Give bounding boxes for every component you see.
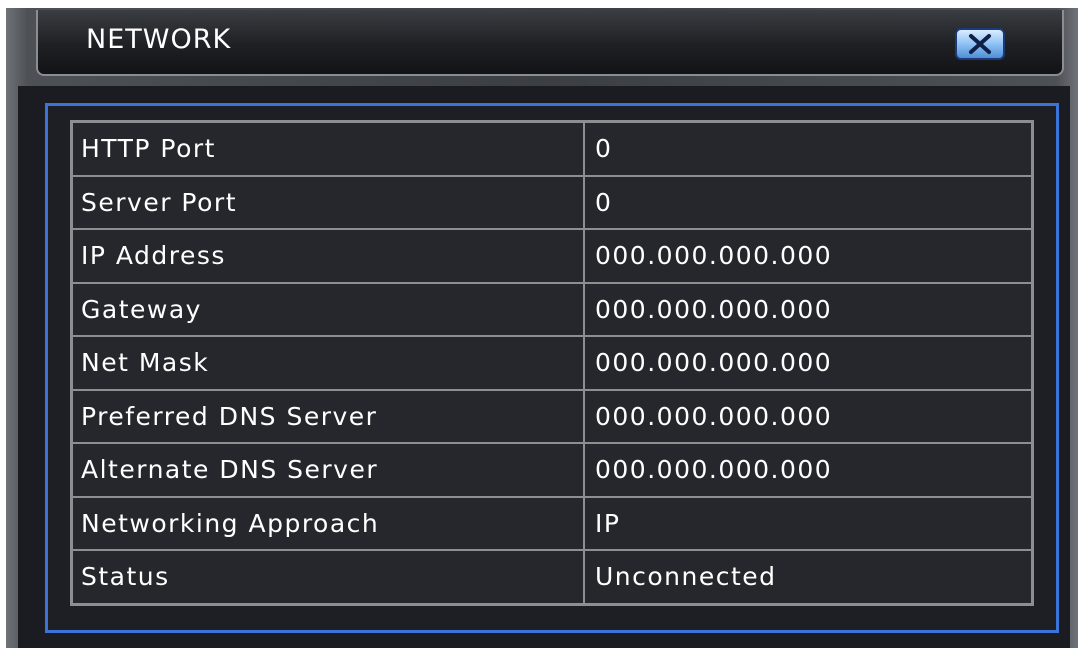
table-row[interactable]: Server Port 0	[70, 174, 1034, 230]
table-row[interactable]: Alternate DNS Server 000.000.000.000	[70, 442, 1034, 498]
preferred-dns-field[interactable]: 000.000.000.000	[583, 388, 1034, 444]
settings-frame: HTTP Port 0 Server Port 0 IP Address 000…	[45, 103, 1059, 633]
alternate-dns-field[interactable]: 000.000.000.000	[583, 442, 1034, 498]
setting-label: Net Mask	[70, 335, 585, 391]
gateway-field[interactable]: 000.000.000.000	[583, 281, 1034, 337]
table-row: Status Unconnected	[70, 549, 1034, 605]
close-x-icon	[969, 34, 991, 54]
net-mask-field[interactable]: 000.000.000.000	[583, 335, 1034, 391]
network-settings-table: HTTP Port 0 Server Port 0 IP Address 000…	[70, 120, 1034, 606]
server-port-field[interactable]: 0	[583, 174, 1034, 230]
status-value: Unconnected	[583, 549, 1034, 605]
setting-label: HTTP Port	[70, 120, 585, 177]
table-row[interactable]: HTTP Port 0	[70, 120, 1034, 177]
table-row[interactable]: Net Mask 000.000.000.000	[70, 335, 1034, 391]
networking-approach-select[interactable]: IP	[583, 495, 1034, 551]
title-bar: NETWORK	[36, 10, 1064, 76]
setting-label: IP Address	[70, 228, 585, 284]
close-button[interactable]	[955, 28, 1005, 60]
table-row[interactable]: Gateway 000.000.000.000	[70, 281, 1034, 337]
window-title: NETWORK	[86, 24, 232, 55]
setting-label: Preferred DNS Server	[70, 388, 585, 444]
setting-label: Server Port	[70, 174, 585, 230]
http-port-field[interactable]: 0	[583, 120, 1034, 177]
setting-label: Networking Approach	[70, 495, 585, 551]
table-row[interactable]: IP Address 000.000.000.000	[70, 228, 1034, 284]
setting-label: Status	[70, 549, 585, 605]
screen: NETWORK HTTP Port 0 Server Port 0 IP Add…	[0, 0, 1078, 648]
content-panel: HTTP Port 0 Server Port 0 IP Address 000…	[18, 86, 1070, 648]
table-row[interactable]: Networking Approach IP	[70, 495, 1034, 551]
ip-address-field[interactable]: 000.000.000.000	[583, 228, 1034, 284]
setting-label: Alternate DNS Server	[70, 442, 585, 498]
setting-label: Gateway	[70, 281, 585, 337]
table-row[interactable]: Preferred DNS Server 000.000.000.000	[70, 388, 1034, 444]
